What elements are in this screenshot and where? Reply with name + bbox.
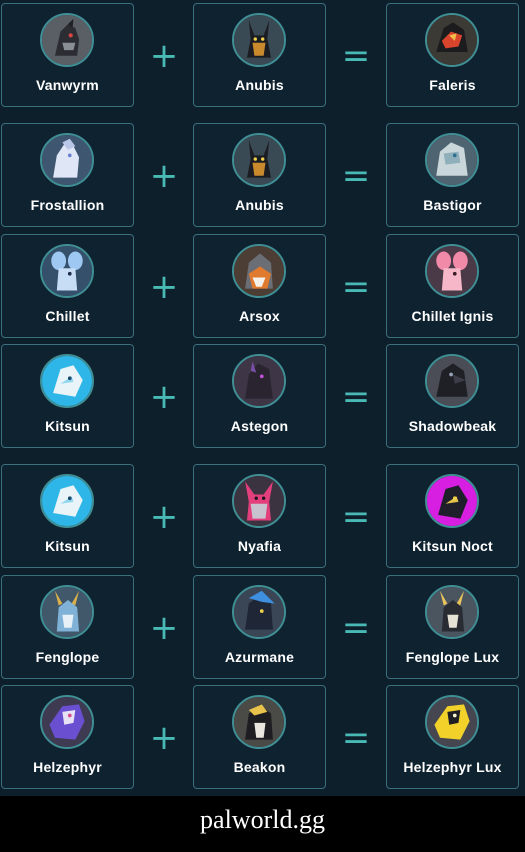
child-card[interactable]: Helzephyr Lux (386, 685, 519, 789)
parent-1-card[interactable]: Kitsun (1, 344, 134, 448)
kitsun-avatar-icon (40, 474, 94, 528)
parent-1-name: Chillet (45, 308, 90, 324)
equals-icon: = (341, 267, 371, 307)
parent-2-card[interactable]: Beakon (193, 685, 326, 789)
equals-icon: = (341, 608, 371, 648)
parent-2-card[interactable]: Astegon (193, 344, 326, 448)
breeding-row: Fenglope + Azurmane = Fenglope Lux (0, 575, 525, 681)
bastigor-avatar-icon (425, 133, 479, 187)
breeding-row: Chillet + Arsox = Chillet Ignis (0, 234, 525, 340)
child-card[interactable]: Shadowbeak (386, 344, 519, 448)
parent-2-name: Arsox (239, 308, 280, 324)
equals-icon: = (341, 377, 371, 417)
parent-2-name: Azurmane (224, 649, 295, 665)
parent-2-name: Anubis (235, 77, 284, 93)
arsox-avatar-icon (232, 244, 286, 298)
parent-1-card[interactable]: Kitsun (1, 464, 134, 568)
anubis-avatar-icon (232, 13, 286, 67)
parent-1-card[interactable]: Fenglope (1, 575, 134, 679)
equals-icon: = (341, 497, 371, 537)
child-name: Shadowbeak (408, 418, 497, 434)
parent-2-card[interactable]: Anubis (193, 123, 326, 227)
parent-1-name: Vanwyrm (36, 77, 99, 93)
parent-1-name: Frostallion (30, 197, 105, 213)
breeding-row: Frostallion + Anubis = Bastigor (0, 123, 525, 229)
breeding-row: Kitsun + Astegon = Shadowbeak (0, 344, 525, 450)
vanwyrm-avatar-icon (40, 13, 94, 67)
plus-icon: + (149, 156, 179, 196)
breeding-row: Vanwyrm + Anubis = Faleris (0, 3, 525, 109)
child-card[interactable]: Chillet Ignis (386, 234, 519, 338)
parent-2-name: Nyafia (237, 538, 282, 554)
parent-2-name: Astegon (230, 418, 289, 434)
equals-icon: = (341, 718, 371, 758)
parent-1-name: Fenglope (35, 649, 100, 665)
child-card[interactable]: Faleris (386, 3, 519, 107)
kitsun-avatar-icon (40, 354, 94, 408)
plus-icon: + (149, 36, 179, 76)
parent-2-card[interactable]: Nyafia (193, 464, 326, 568)
plus-icon: + (149, 267, 179, 307)
faleris-avatar-icon (425, 13, 479, 67)
plus-icon: + (149, 497, 179, 537)
fenglope-lux-avatar-icon (425, 585, 479, 639)
chillet-avatar-icon (40, 244, 94, 298)
parent-1-card[interactable]: Vanwyrm (1, 3, 134, 107)
child-name: Helzephyr Lux (403, 759, 502, 775)
nyafia-avatar-icon (232, 474, 286, 528)
parent-1-card[interactable]: Frostallion (1, 123, 134, 227)
breeding-row: Helzephyr + Beakon = Helzephyr Lux (0, 685, 525, 791)
frostallion-avatar-icon (40, 133, 94, 187)
helzephyr-lux-avatar-icon (425, 695, 479, 749)
parent-1-name: Kitsun (45, 418, 90, 434)
parent-1-card[interactable]: Chillet (1, 234, 134, 338)
parent-2-name: Anubis (235, 197, 284, 213)
parent-1-name: Helzephyr (33, 759, 102, 775)
child-name: Kitsun Noct (412, 538, 493, 554)
child-name: Fenglope Lux (405, 649, 500, 665)
child-card[interactable]: Bastigor (386, 123, 519, 227)
parent-2-card[interactable]: Arsox (193, 234, 326, 338)
anubis-avatar-icon (232, 133, 286, 187)
parent-2-card[interactable]: Anubis (193, 3, 326, 107)
child-name: Chillet Ignis (411, 308, 494, 324)
equals-icon: = (341, 156, 371, 196)
astegon-avatar-icon (232, 354, 286, 408)
watermark-caption: palworld.gg (0, 796, 525, 852)
child-name: Bastigor (423, 197, 482, 213)
fenglope-avatar-icon (40, 585, 94, 639)
kitsun-noct-avatar-icon (425, 474, 479, 528)
chillet-ignis-avatar-icon (425, 244, 479, 298)
parent-1-name: Kitsun (45, 538, 90, 554)
helzephyr-avatar-icon (40, 695, 94, 749)
child-card[interactable]: Kitsun Noct (386, 464, 519, 568)
beakon-avatar-icon (232, 695, 286, 749)
child-name: Faleris (429, 77, 476, 93)
plus-icon: + (149, 377, 179, 417)
equals-icon: = (341, 36, 371, 76)
plus-icon: + (149, 608, 179, 648)
plus-icon: + (149, 718, 179, 758)
azurmane-avatar-icon (232, 585, 286, 639)
shadowbeak-avatar-icon (425, 354, 479, 408)
parent-2-name: Beakon (233, 759, 286, 775)
child-card[interactable]: Fenglope Lux (386, 575, 519, 679)
breeding-row: Kitsun + Nyafia = Kitsun Noct (0, 464, 525, 570)
parent-2-card[interactable]: Azurmane (193, 575, 326, 679)
parent-1-card[interactable]: Helzephyr (1, 685, 134, 789)
